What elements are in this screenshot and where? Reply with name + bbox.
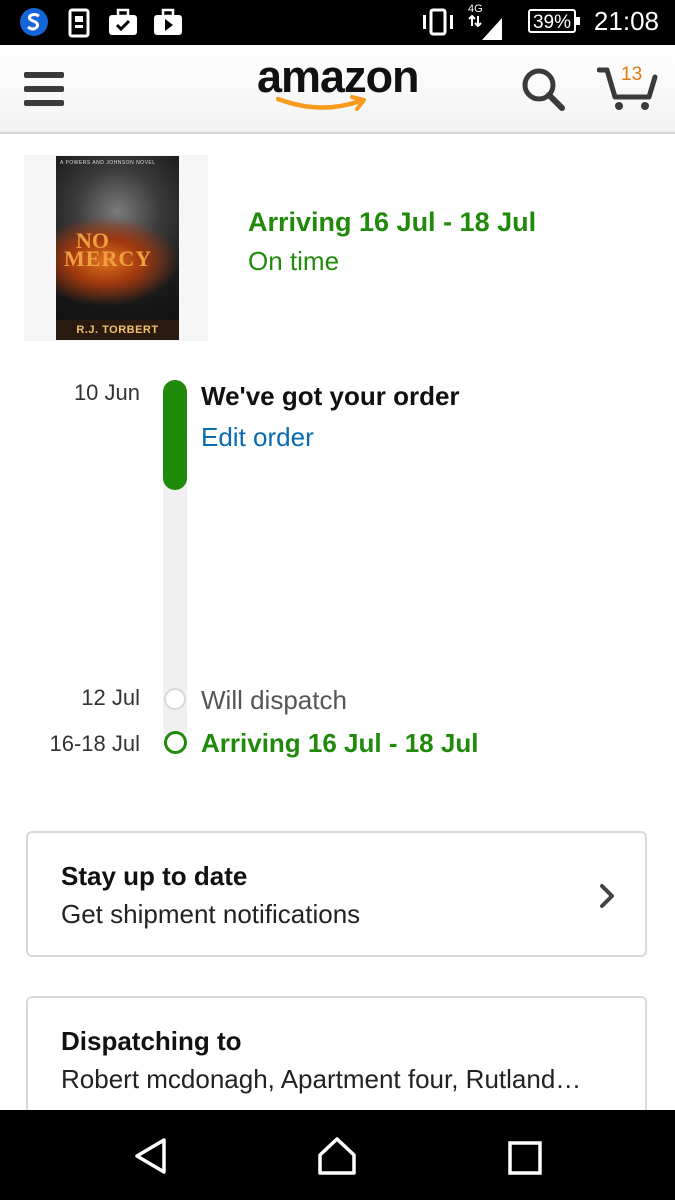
system-nav-bar xyxy=(0,1110,675,1200)
amazon-logo[interactable]: amazon xyxy=(0,45,675,132)
timeline-progress xyxy=(163,380,187,490)
app-header: amazon 13 xyxy=(0,45,675,134)
cover-title-line2: MERCY xyxy=(64,246,153,271)
battery-icon: 39% xyxy=(528,9,580,33)
edit-order-link[interactable]: Edit order xyxy=(201,422,314,453)
signal-icon xyxy=(468,14,502,40)
menu-icon[interactable] xyxy=(24,72,64,106)
pending-dot-icon xyxy=(164,688,186,710)
card-subtitle: Get shipment notifications xyxy=(61,899,361,929)
home-icon[interactable] xyxy=(317,1136,357,1176)
search-icon[interactable] xyxy=(520,66,566,112)
recent-apps-icon[interactable] xyxy=(508,1141,542,1175)
shipment-notifications-card[interactable]: Stay up to date Get shipment notificatio… xyxy=(26,831,647,957)
vibrate-icon xyxy=(423,8,453,36)
delivery-status: On time xyxy=(248,246,340,276)
briefcase-check-icon xyxy=(109,8,137,35)
book-cover-image[interactable]: A POWERS AND JOHNSON NOVEL NO MERCY R.J.… xyxy=(56,156,179,340)
event-title: We've got your order xyxy=(201,381,460,411)
event-date: 12 Jul xyxy=(81,685,140,710)
shipping-address: Robert mcdonagh, Apartment four, Rutland… xyxy=(61,1064,582,1094)
event-date: 10 Jun xyxy=(73,380,140,405)
status-bar: 4G 39% 21:08 xyxy=(0,0,675,45)
cover-series: A POWERS AND JOHNSON NOVEL xyxy=(60,160,156,166)
back-icon[interactable] xyxy=(133,1137,169,1175)
event-date: 16-18 Jul xyxy=(49,731,140,756)
chevron-right-icon xyxy=(600,884,614,908)
battery-level: 39% xyxy=(532,12,572,33)
arrival-heading: Arriving 16 Jul - 18 Jul xyxy=(248,207,537,237)
logo-text: amazon xyxy=(257,51,420,102)
smile-arrow-icon xyxy=(276,95,366,111)
destination-dot-icon xyxy=(164,731,187,754)
cover-author: R.J. TORBERT xyxy=(56,320,179,340)
event-title: Arriving 16 Jul - 18 Jul xyxy=(201,728,479,758)
event-title: Will dispatch xyxy=(201,685,347,715)
cart-count-badge: 13 xyxy=(621,64,643,85)
card-title: Dispatching to xyxy=(61,1026,242,1056)
app-s-icon xyxy=(20,8,48,36)
briefcase-play-icon xyxy=(154,8,182,35)
card-title: Stay up to date xyxy=(61,861,248,891)
clock: 21:08 xyxy=(593,6,659,36)
clipboard-icon xyxy=(68,8,90,38)
